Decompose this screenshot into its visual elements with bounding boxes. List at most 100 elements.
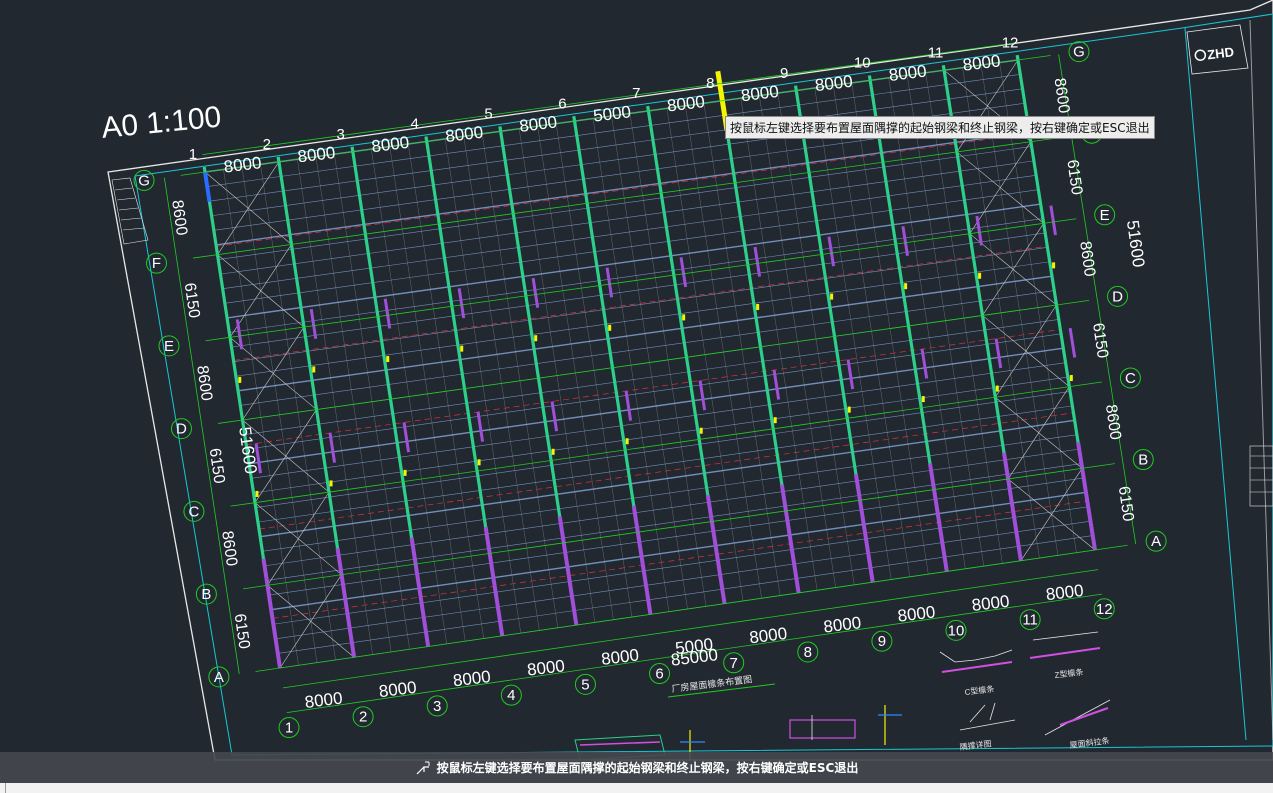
column-label-top: 6 [558, 95, 566, 112]
knee-brace [679, 257, 688, 288]
status-strip-tick [0, 783, 6, 793]
x-brace-line [1007, 386, 1070, 480]
steel-column [853, 473, 875, 583]
knee-brace [846, 359, 855, 390]
bay-dimension-top: 8000 [888, 61, 928, 84]
beam-marker [551, 448, 555, 455]
beam-marker [921, 396, 925, 403]
row-label-left: D [176, 421, 187, 438]
span-dimension-right: 8600 [1102, 403, 1124, 441]
row-axis-line [243, 463, 1115, 590]
column-label-top: 11 [928, 44, 944, 61]
column-label-bottom: 8 [804, 644, 812, 661]
knee-brace [1049, 205, 1057, 236]
row-label-right: E [1100, 207, 1110, 224]
span-dimension-right: 6150 [1115, 485, 1137, 523]
drawing-title: 厂房屋面檩条布置图 [671, 673, 753, 694]
row-label-right: A [1151, 533, 1161, 550]
beam-marker [312, 366, 316, 373]
steel-column [557, 516, 579, 626]
row-label-left: F [152, 255, 161, 272]
logo-text: ZHD [1206, 44, 1234, 62]
dimension-line [282, 569, 1099, 689]
beam-marker [534, 335, 538, 342]
row-label-left: B [201, 586, 211, 603]
steel-column [483, 526, 505, 637]
company-logo: ZHD [1194, 44, 1235, 62]
total-width-right: 51600 [1123, 219, 1148, 268]
beam-marker [477, 459, 481, 466]
bay-dimension-top: 8000 [297, 143, 337, 166]
beam-marker [847, 406, 851, 413]
beam-marker [403, 469, 407, 476]
steel-column [631, 505, 653, 615]
row-label-left: E [164, 338, 174, 355]
knee-brace [383, 298, 392, 329]
column-label-top: 4 [410, 116, 418, 133]
column-label-bottom: 11 [1022, 612, 1038, 629]
knee-brace [827, 236, 836, 267]
row-label-right: G [1073, 44, 1085, 61]
column-label-top: 8 [706, 75, 714, 92]
svg-text:Z型檩条: Z型檩条 [1054, 667, 1084, 680]
knee-brace [901, 226, 910, 257]
column-label-bottom: 1 [285, 720, 293, 737]
column-label-top: 3 [337, 126, 345, 143]
column-label-top: 1 [189, 146, 197, 163]
column-label-top: 2 [263, 136, 271, 153]
bay-dimension-bottom: 8000 [897, 602, 937, 625]
bay-dimension-bottom: 8000 [378, 678, 418, 701]
span-dimension-right: 6150 [1063, 159, 1085, 197]
x-brace-line [279, 574, 342, 669]
span-dimension-left: 8600 [218, 530, 240, 568]
knee-brace [309, 308, 318, 340]
x-brace-line [267, 491, 330, 586]
bay-dimension-top: 8000 [518, 112, 558, 135]
column-label-top: 9 [780, 65, 788, 82]
command-prompt-bar[interactable]: 按鼠标左键选择要布置屋面隅撑的起始钢梁和终止钢梁，按右键确定或ESC退出 [0, 752, 1273, 783]
span-dimension-left: 6150 [206, 447, 228, 485]
column-label-bottom: 12 [1096, 601, 1113, 618]
column-label-bottom: 4 [507, 687, 515, 704]
bay-dimension-bottom: 8000 [748, 624, 788, 647]
steel-column [1076, 441, 1097, 551]
bay-dimension-top: 8000 [444, 123, 484, 146]
steel-column [409, 537, 431, 647]
bay-dimension-bottom: 8000 [1045, 581, 1085, 604]
beam-marker [386, 356, 390, 363]
column-label-bottom: 3 [433, 698, 441, 715]
span-dimension-right: 8600 [1076, 240, 1098, 278]
svg-text:隅撑详图: 隅撑详图 [959, 738, 992, 752]
beam-marker [682, 314, 686, 321]
steel-column [261, 558, 282, 669]
grid-labels: 1180008000228000800033800080004480008000… [133, 34, 1167, 739]
beam-marker [756, 303, 760, 310]
column-label-top: 7 [632, 85, 640, 102]
row-label-left: G [138, 172, 150, 189]
bay-dimension-top: 8000 [666, 92, 706, 115]
knee-brace [550, 401, 559, 432]
knee-brace [753, 246, 762, 277]
row-axis-line [230, 381, 1102, 507]
span-dimension-right: 6150 [1089, 322, 1111, 360]
bay-dimension-top: 8000 [962, 51, 1002, 74]
column-label-bottom: 5 [581, 676, 589, 693]
knee-brace [476, 411, 485, 442]
column-label-bottom: 9 [878, 633, 886, 650]
knee-brace [994, 338, 1003, 369]
cursor-select-icon [416, 761, 430, 774]
span-dimension-left: 6150 [181, 282, 203, 320]
beam-marker [904, 283, 908, 290]
column-label-bottom: 6 [655, 666, 663, 683]
column-label-bottom: 10 [948, 622, 965, 639]
detail-sketches [574, 631, 1111, 761]
beam-marker [625, 438, 629, 445]
steel-column [1002, 452, 1023, 562]
beam-marker [773, 417, 777, 424]
bay-dimension-bottom: 8000 [600, 645, 640, 668]
beam-marker [978, 272, 982, 279]
end-column-marker [203, 171, 212, 203]
row-label-left: A [214, 669, 224, 686]
row-label-left: C [189, 503, 200, 520]
beam-marker [830, 293, 834, 300]
